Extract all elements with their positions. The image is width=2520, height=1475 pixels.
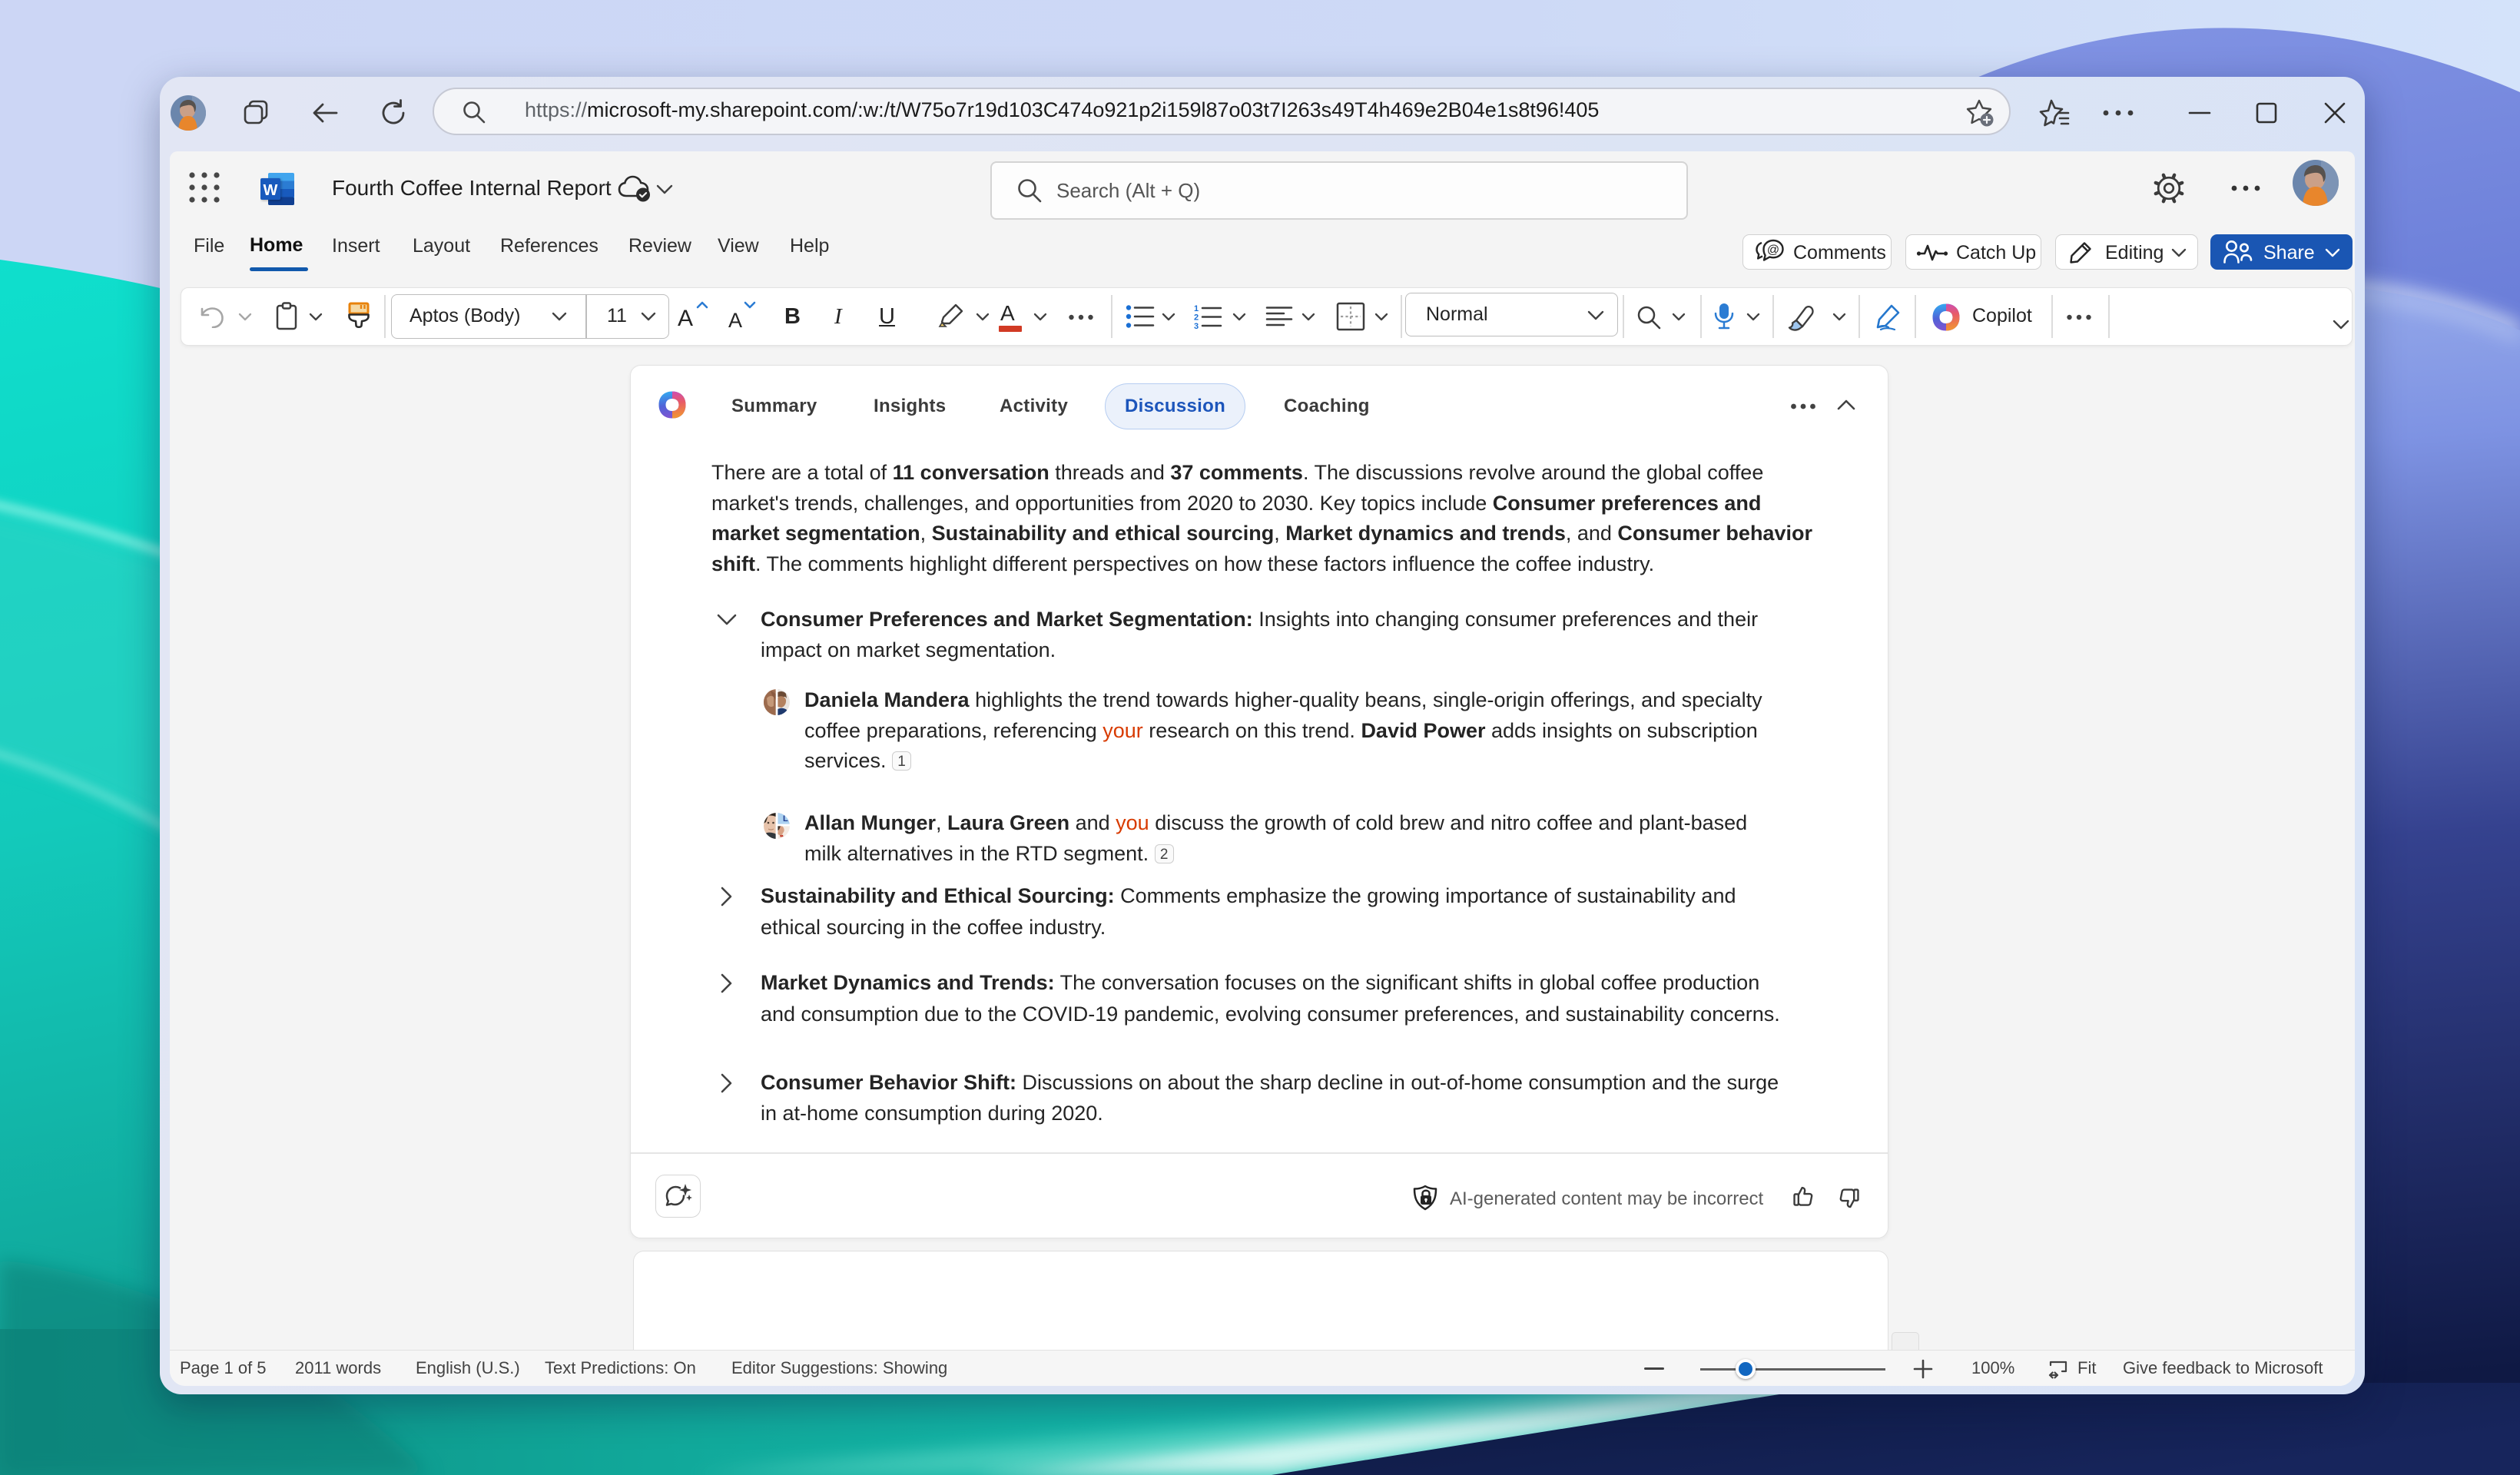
svg-text:L: L: [783, 814, 788, 824]
svg-text:1: 1: [1194, 304, 1199, 313]
svg-text:W: W: [264, 182, 278, 199]
svg-text:@: @: [1767, 244, 1779, 257]
svg-text:2: 2: [1194, 313, 1199, 323]
svg-text:3: 3: [1194, 322, 1199, 330]
